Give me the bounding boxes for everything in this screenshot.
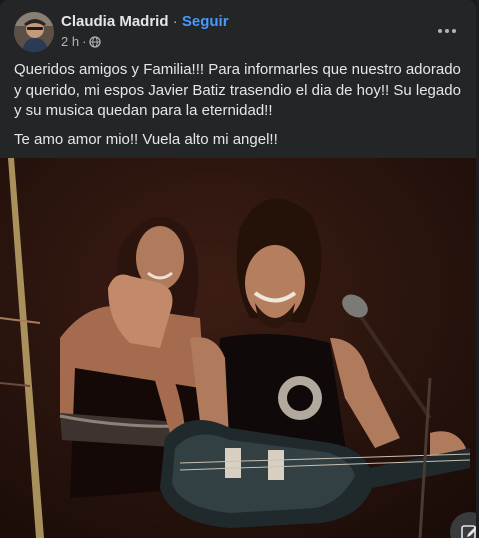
facebook-post: Claudia Madrid · Seguir 2 h · Queridos a… bbox=[0, 0, 476, 538]
post-timestamp[interactable]: 2 h bbox=[61, 34, 79, 49]
author-name[interactable]: Claudia Madrid bbox=[61, 13, 169, 30]
more-horizontal-icon bbox=[438, 29, 456, 33]
globe-icon[interactable] bbox=[89, 35, 102, 48]
post-photo[interactable] bbox=[0, 158, 476, 538]
post-paragraph-1: Queridos amigos y Familia!!! Para inform… bbox=[14, 61, 461, 119]
post-meta: 2 h · bbox=[61, 34, 102, 49]
meta-separator: · bbox=[82, 34, 87, 49]
more-options-button[interactable] bbox=[432, 16, 462, 46]
name-separator: · bbox=[172, 13, 178, 30]
author-avatar[interactable] bbox=[14, 12, 54, 52]
post-paragraph-2: Te amo amor mio!! Vuela alto mi angel!! bbox=[14, 130, 278, 148]
post-header: Claudia Madrid · Seguir 2 h · bbox=[0, 0, 476, 56]
edit-message-icon bbox=[461, 525, 476, 538]
name-row: Claudia Madrid · Seguir bbox=[61, 13, 229, 30]
follow-button[interactable]: Seguir bbox=[182, 13, 229, 30]
post-text: Queridos amigos y Familia!!! Para inform… bbox=[14, 60, 469, 158]
